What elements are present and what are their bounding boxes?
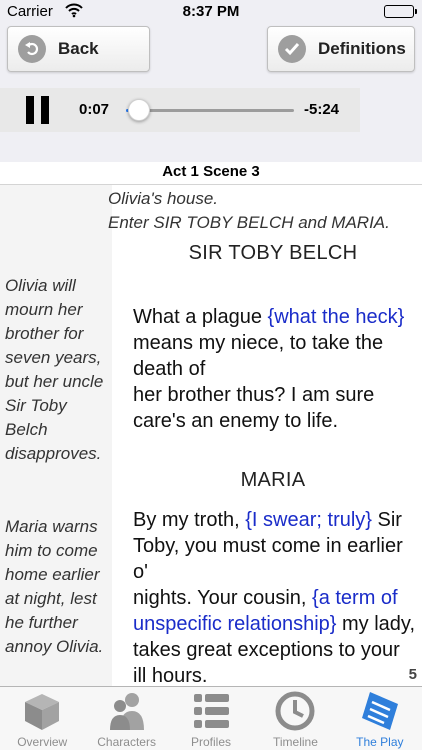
remaining-time: -5:24: [304, 101, 340, 118]
speech-segment: means my niece, to take the death of her…: [133, 332, 384, 432]
summary-note: Olivia will mourn her brother for seven …: [5, 276, 104, 463]
definitions-button-label: Definitions: [318, 39, 406, 58]
tab-bar: Overview Characters Profiles Timeline Th…: [0, 686, 422, 750]
scrubber-knob[interactable]: [128, 99, 151, 121]
tab-profiles[interactable]: Profiles: [169, 687, 253, 750]
top-chrome: Back Definitions 0:07 -5:24 Act 1 Scene …: [0, 22, 422, 180]
summary-note: Maria warns him to come home earlier at …: [5, 517, 104, 656]
audio-player: 0:07 -5:24: [0, 88, 360, 132]
progress-track[interactable]: [126, 109, 294, 112]
stage-direction-line: Olivia's house.: [108, 189, 219, 208]
stage-direction: Olivia's house. Enter SIR TOBY BELCH and…: [108, 187, 420, 235]
tab-label: Overview: [17, 735, 68, 749]
elapsed-time: 0:07: [79, 101, 110, 118]
clock-icon: [273, 690, 317, 732]
list-icon: [189, 690, 233, 732]
tab-overview[interactable]: Overview: [0, 687, 84, 750]
speech-text: What a plague {what the heck} means my n…: [133, 304, 418, 434]
cube-icon: [20, 690, 64, 732]
battery-icon: [384, 5, 417, 18]
speaker-name: SIR TOBY BELCH: [188, 242, 358, 264]
speech-segment: What a plague: [133, 306, 268, 328]
clock-time: 8:37 PM: [182, 3, 240, 20]
back-arrow-icon: [18, 35, 46, 63]
tab-timeline[interactable]: Timeline: [253, 687, 337, 750]
speaker-name: MARIA: [240, 469, 306, 491]
speech-segment: By my troth,: [133, 509, 246, 531]
back-button-label: Back: [58, 39, 99, 58]
pause-icon[interactable]: [26, 96, 50, 124]
definitions-button[interactable]: Definitions: [267, 26, 415, 72]
speech-text: By my troth, {I swear; truly} Sir Toby, …: [133, 507, 418, 686]
scene-title: Act 1 Scene 3: [162, 163, 260, 180]
tab-label: Profiles: [191, 735, 232, 749]
tab-the-play[interactable]: The Play: [338, 687, 422, 750]
tab-label: Timeline: [272, 735, 318, 749]
tab-characters[interactable]: Characters: [84, 687, 168, 750]
checkmark-icon: [278, 35, 306, 63]
tab-label: Characters: [97, 735, 156, 749]
definition-link[interactable]: {what the heck}: [268, 306, 405, 328]
status-bar: Carrier 8:37 PM: [0, 0, 422, 22]
tab-label: The Play: [356, 735, 404, 749]
definition-link[interactable]: {I swear; truly}: [245, 509, 372, 531]
page-number: 5: [408, 666, 417, 683]
stage-direction-line: Enter SIR TOBY BELCH and MARIA.: [108, 213, 390, 232]
play-text-area[interactable]: Olivia's house. Enter SIR TOBY BELCH and…: [0, 184, 422, 686]
back-button[interactable]: Back: [7, 26, 150, 72]
scroll-icon: [358, 690, 402, 732]
people-icon: [105, 690, 149, 732]
